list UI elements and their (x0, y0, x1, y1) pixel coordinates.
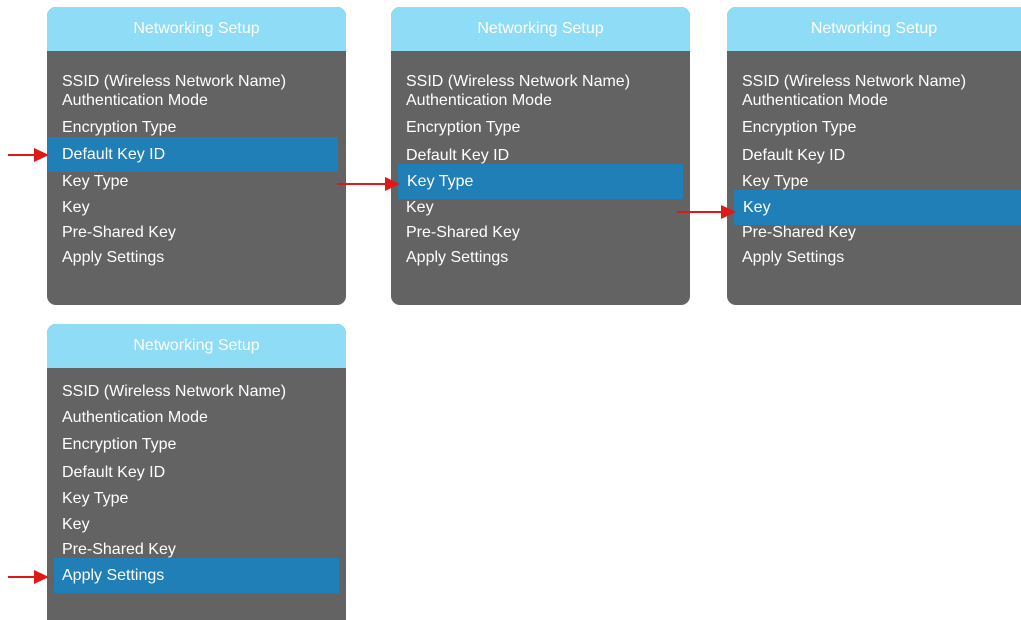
menu-item-label: Apply Settings (62, 249, 165, 266)
panel-title: Networking Setup (727, 7, 1021, 51)
pointer-arrow-icon (677, 205, 736, 219)
menu-item-encryption-type[interactable]: Encryption Type (727, 116, 1021, 140)
menu-item-pre-shared-key[interactable]: Pre-Shared Key (47, 221, 346, 245)
networking-setup-panel-3: Networking Setup SSID (Wireless Network … (727, 7, 1021, 305)
menu-item-pre-shared-key[interactable]: Pre-Shared Key (727, 221, 1021, 245)
menu-item-label: Key (62, 516, 90, 533)
menu-item-authentication-mode[interactable]: Authentication Mode (727, 89, 1021, 113)
menu-item-label: Key (743, 199, 771, 216)
menu-item-key-type[interactable]: Key Type (398, 164, 683, 199)
menu-item-ssid[interactable]: SSID (Wireless Network Name) (47, 380, 346, 404)
networking-setup-panel-1: Networking Setup SSID (Wireless Network … (47, 7, 346, 305)
menu-item-label: Apply Settings (62, 567, 165, 584)
panel-title: Networking Setup (391, 7, 690, 51)
pointer-arrow-icon (337, 177, 400, 191)
panel-title: Networking Setup (47, 7, 346, 51)
menu-item-default-key-id[interactable]: Default Key ID (727, 144, 1021, 168)
menu-item-label: Authentication Mode (62, 409, 208, 426)
menu-item-label: Default Key ID (742, 147, 846, 164)
menu-item-label: Key Type (62, 173, 129, 190)
menu-item-label: Key Type (62, 490, 129, 507)
menu-item-label: SSID (Wireless Network Name) (62, 383, 287, 400)
menu-item-key[interactable]: Key (47, 196, 346, 220)
menu-item-default-key-id[interactable]: Default Key ID (47, 137, 338, 172)
menu-item-label: Encryption Type (742, 119, 857, 136)
menu-item-label: Authentication Mode (742, 92, 888, 109)
menu-item-authentication-mode[interactable]: Authentication Mode (391, 89, 690, 113)
menu-item-key-type[interactable]: Key Type (47, 170, 346, 194)
pointer-arrow-icon (8, 570, 49, 584)
menu-item-label: Pre-Shared Key (62, 224, 176, 241)
menu-item-label: Key Type (407, 173, 474, 190)
menu-item-label: Default Key ID (62, 464, 166, 481)
networking-setup-panel-4: Networking Setup SSID (Wireless Network … (47, 324, 346, 620)
menu-item-label: Pre-Shared Key (406, 224, 520, 241)
menu-item-label: Key (62, 199, 90, 216)
menu-item-encryption-type[interactable]: Encryption Type (391, 116, 690, 140)
menu-item-key[interactable]: Key (734, 190, 1021, 225)
menu-item-default-key-id[interactable]: Default Key ID (47, 461, 346, 485)
menu-item-apply-settings[interactable]: Apply Settings (391, 246, 690, 270)
pointer-arrow-icon (8, 148, 49, 162)
menu-item-label: Apply Settings (742, 249, 845, 266)
menu-item-key-type[interactable]: Key Type (47, 487, 346, 511)
menu-item-label: Encryption Type (62, 436, 177, 453)
networking-setup-panel-2: Networking Setup SSID (Wireless Network … (391, 7, 690, 305)
menu-item-pre-shared-key[interactable]: Pre-Shared Key (391, 221, 690, 245)
menu-item-apply-settings[interactable]: Apply Settings (54, 558, 339, 593)
menu-item-label: Pre-Shared Key (742, 224, 856, 241)
menu-item-label: Default Key ID (62, 146, 166, 163)
menu-item-label: Encryption Type (406, 119, 521, 136)
menu-item-encryption-type[interactable]: Encryption Type (47, 433, 346, 457)
menu-item-authentication-mode[interactable]: Authentication Mode (47, 406, 346, 430)
menu-item-label: Authentication Mode (62, 92, 208, 109)
menu-item-label: Authentication Mode (406, 92, 552, 109)
menu-item-key[interactable]: Key (47, 513, 346, 537)
panel-title: Networking Setup (47, 324, 346, 368)
menu-item-apply-settings[interactable]: Apply Settings (47, 246, 346, 270)
menu-item-apply-settings[interactable]: Apply Settings (727, 246, 1021, 270)
menu-item-authentication-mode[interactable]: Authentication Mode (47, 89, 346, 113)
menu-item-label: Apply Settings (406, 249, 509, 266)
menu-item-key[interactable]: Key (391, 196, 690, 220)
menu-item-label: Key (406, 199, 434, 216)
